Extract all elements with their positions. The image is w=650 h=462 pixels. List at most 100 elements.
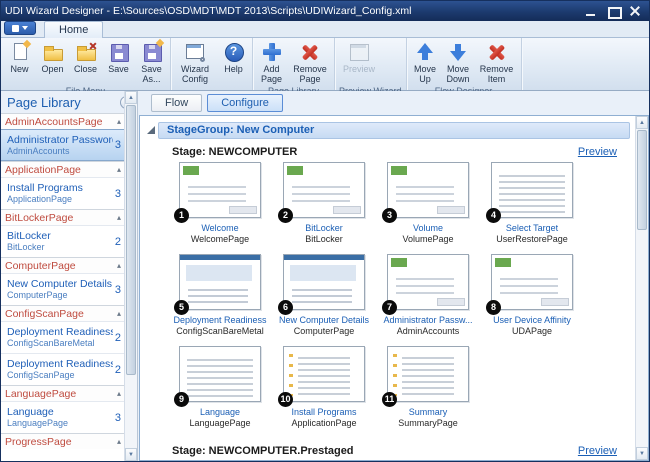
page-library-panel: Page Library i AdminAccountsPage ▴ Admin… [1, 91, 138, 461]
item-count: 2 [113, 236, 121, 248]
sidebar-group-adminaccountspage[interactable]: AdminAccountsPage ▴ [1, 113, 124, 129]
collapse-icon: ▴ [117, 114, 121, 129]
ribbon-group-flow-designer: Move Up Move Down Remove Item Flow Desig… [407, 38, 522, 90]
sidebar-group-languagepage[interactable]: LanguagePage ▴ [1, 385, 124, 401]
maximize-button[interactable] [605, 5, 621, 18]
sidebar-item-bitlocker[interactable]: BitLocker BitLocker 2 [1, 225, 124, 257]
page-card[interactable]: 3 Volume VolumePage [380, 162, 476, 245]
ribbon-group-file-menu: New Open Close Save Save As... [1, 38, 171, 90]
preview-window-icon [348, 41, 370, 63]
application-menu-button[interactable] [4, 21, 36, 35]
add-page-button[interactable]: Add Page [255, 40, 288, 86]
item-count: 3 [113, 412, 121, 424]
wizard-config-button[interactable]: Wizard Config [173, 40, 217, 86]
chevron-down-icon [22, 26, 28, 30]
sidebar-group-computerpage[interactable]: ComputerPage ▴ [1, 257, 124, 273]
page-card[interactable]: 2 BitLocker BitLocker [276, 162, 372, 245]
close-file-button[interactable]: Close [69, 40, 102, 86]
close-button[interactable] [627, 5, 643, 18]
collapse-icon: ▴ [117, 162, 121, 177]
move-up-button[interactable]: Move Up [409, 40, 442, 86]
sidebar-item-new-computer-details[interactable]: New Computer Details ComputerPage 3 [1, 273, 124, 305]
ribbon-tab-strip: Home [1, 21, 649, 38]
item-count: 3 [113, 284, 121, 296]
sidebar-scrollbar[interactable]: ▲ ▼ [124, 91, 137, 461]
sequence-badge: 4 [486, 208, 501, 223]
page-card[interactable]: 4 Select Target UserRestorePage [484, 162, 580, 245]
page-thumbnail: 3 [387, 162, 469, 218]
scrollbar-thumb[interactable] [637, 130, 647, 230]
scroll-up-icon[interactable]: ▲ [636, 116, 648, 129]
page-card[interactable]: 9 Language LanguagePage [172, 346, 268, 429]
close-folder-icon [75, 41, 97, 63]
sidebar-group-progresspage[interactable]: ProgressPage ▴ [1, 433, 124, 449]
preview-button[interactable]: Preview [337, 40, 381, 86]
ribbon-group-config-help: Wizard Config Help [171, 38, 253, 90]
open-folder-icon [42, 41, 64, 63]
save-as-icon [141, 41, 163, 63]
save-button[interactable]: Save [102, 40, 135, 86]
sidebar-group-bitlockerpage[interactable]: BitLockerPage ▴ [1, 209, 124, 225]
page-thumbnail: 5 [179, 254, 261, 310]
expander-icon[interactable] [147, 126, 155, 134]
scroll-up-icon[interactable]: ▲ [125, 91, 137, 104]
sequence-badge: 11 [382, 392, 397, 407]
sidebar-group-applicationpage[interactable]: ApplicationPage ▴ [1, 161, 124, 177]
page-card-grid: 1 Welcome WelcomePage 2 BitLocker BitLoc… [172, 162, 602, 438]
tab-flow[interactable]: Flow [151, 94, 202, 112]
page-card[interactable]: 1 Welcome WelcomePage [172, 162, 268, 245]
page-card[interactable]: 5 Deployment Readiness ConfigScanBareMet… [172, 254, 268, 337]
page-card[interactable]: 7 Administrator Passw... AdminAccounts [380, 254, 476, 337]
content-scrollbar[interactable]: ▲ ▼ [635, 116, 648, 460]
designer-main: Flow Configure StageGroup: New Computer … [138, 91, 649, 461]
wizard-config-icon [184, 41, 206, 63]
page-thumbnail: 10 [283, 346, 365, 402]
sequence-badge: 9 [174, 392, 189, 407]
ribbon: New Open Close Save Save As... [1, 38, 649, 91]
move-up-icon [414, 41, 436, 63]
sequence-badge: 7 [382, 300, 397, 315]
move-down-button[interactable]: Move Down [442, 40, 475, 86]
sidebar-item-deployment-readiness-baremetal[interactable]: Deployment Readiness ConfigScanBareMetal… [1, 321, 124, 353]
scroll-down-icon[interactable]: ▼ [636, 447, 648, 460]
collapse-icon: ▴ [117, 210, 121, 225]
sidebar-group-configscanpage[interactable]: ConfigScanPage ▴ [1, 305, 124, 321]
minimize-button[interactable] [583, 5, 599, 18]
scrollbar-thumb[interactable] [126, 105, 136, 375]
scroll-down-icon[interactable]: ▼ [125, 448, 137, 461]
ribbon-tab-home[interactable]: Home [44, 21, 103, 38]
collapse-icon: ▴ [117, 386, 121, 401]
stage-title: Stage: NEWCOMPUTER [172, 146, 578, 158]
window-title: UDI Wizard Designer - E:\Sources\OSD\MDT… [5, 5, 583, 17]
page-card[interactable]: 10 Install Programs ApplicationPage [276, 346, 372, 429]
page-card[interactable]: 6 New Computer Details ComputerPage [276, 254, 372, 337]
stage-preview-link[interactable]: Preview [578, 146, 617, 158]
sidebar-item-install-programs[interactable]: Install Programs ApplicationPage 3 [1, 177, 124, 209]
item-count: 2 [113, 364, 121, 376]
help-button[interactable]: Help [217, 40, 250, 86]
sequence-badge: 1 [174, 208, 189, 223]
page-thumbnail: 6 [283, 254, 365, 310]
add-page-icon [261, 41, 283, 63]
page-thumbnail: 2 [283, 162, 365, 218]
remove-page-icon [299, 41, 321, 63]
sidebar-item-language[interactable]: Language LanguagePage 3 [1, 401, 124, 433]
stage-preview-link[interactable]: Preview [578, 445, 617, 457]
collapse-icon: ▴ [117, 434, 121, 449]
designer-tab-strip: Flow Configure [138, 91, 649, 115]
new-button[interactable]: New [3, 40, 36, 86]
remove-page-button[interactable]: Remove Page [288, 40, 332, 86]
page-card[interactable]: 11 Summary SummaryPage [380, 346, 476, 429]
save-as-button[interactable]: Save As... [135, 40, 168, 86]
move-down-icon [447, 41, 469, 63]
sidebar-item-administrator-password[interactable]: Administrator Password AdminAccounts 3 [1, 129, 124, 161]
open-button[interactable]: Open [36, 40, 69, 86]
page-library-title: Page Library [7, 95, 120, 110]
tab-configure[interactable]: Configure [207, 94, 283, 112]
new-document-icon [9, 41, 31, 63]
page-thumbnail: 9 [179, 346, 261, 402]
page-card[interactable]: 8 User Device Affinity UDAPage [484, 254, 580, 337]
remove-item-button[interactable]: Remove Item [475, 40, 519, 86]
stage-group-header[interactable]: StageGroup: New Computer [158, 122, 630, 139]
sidebar-item-deployment-readiness[interactable]: Deployment Readiness ConfigScanPage 2 [1, 353, 124, 385]
